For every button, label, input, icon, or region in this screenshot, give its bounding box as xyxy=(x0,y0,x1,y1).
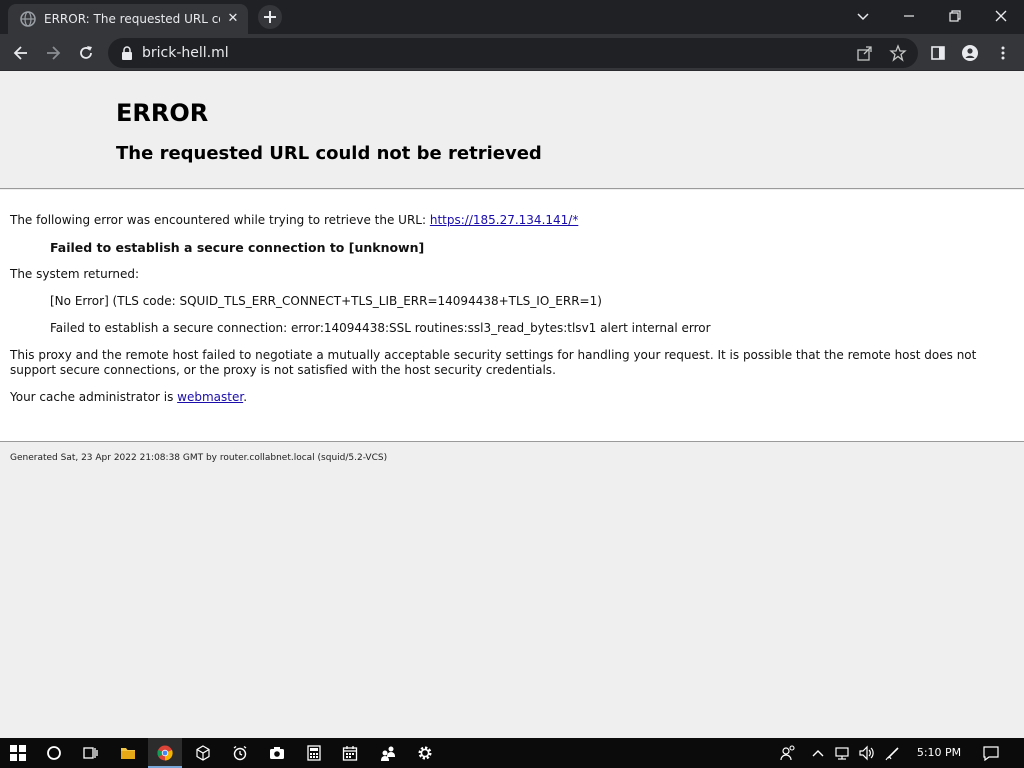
volume-icon[interactable] xyxy=(855,741,879,765)
share-icon[interactable] xyxy=(856,44,874,62)
chevron-up-icon[interactable] xyxy=(806,741,830,765)
arrow-right-icon xyxy=(47,46,61,60)
pen-icon[interactable] xyxy=(881,741,905,765)
globe-icon xyxy=(20,11,36,27)
profile-icon xyxy=(962,45,978,61)
restore-button[interactable] xyxy=(932,0,978,32)
restore-icon xyxy=(949,10,961,22)
settings-icon[interactable] xyxy=(413,741,437,765)
tab-close-icon[interactable]: ✕ xyxy=(224,10,242,28)
file-explorer-icon[interactable] xyxy=(116,741,140,765)
windows-taskbar: 5:10 PM xyxy=(0,738,1024,768)
tab-search-button[interactable] xyxy=(840,0,886,32)
lock-icon[interactable] xyxy=(120,45,134,61)
admin-suffix: . xyxy=(243,390,248,404)
system-returned-label: The system returned: xyxy=(10,267,140,281)
people-tray-icon[interactable] xyxy=(776,741,800,765)
windows-start-icon[interactable] xyxy=(6,741,30,765)
calculator-icon[interactable] xyxy=(302,741,326,765)
generated-footer: Generated Sat, 23 Apr 2022 21:08:38 GMT … xyxy=(10,453,388,463)
requested-url-link[interactable]: https://185.27.134.141/* xyxy=(430,213,578,227)
close-window-button[interactable] xyxy=(978,0,1024,32)
menu-button[interactable] xyxy=(990,40,1016,66)
browser-titlebar: ERROR: The requested URL could not be re… xyxy=(0,0,1024,34)
close-icon xyxy=(995,10,1007,22)
tab-title: ERROR: The requested URL could not be re… xyxy=(44,12,220,26)
page-subtitle: The requested URL could not be retrieved xyxy=(116,143,542,164)
people-icon[interactable] xyxy=(376,741,400,765)
explanation-text: This proxy and the remote host failed to… xyxy=(10,348,977,377)
notification-icon[interactable] xyxy=(979,741,1003,765)
bookmark-star-icon[interactable] xyxy=(889,44,907,62)
calendar-icon[interactable] xyxy=(338,741,362,765)
forward-button[interactable] xyxy=(40,40,66,66)
intro-text: The following error was encountered whil… xyxy=(10,213,430,227)
arrow-left-icon xyxy=(13,46,27,60)
task-view-icon[interactable] xyxy=(78,741,102,765)
page-title: ERROR xyxy=(116,99,209,127)
error-banner: ERROR The requested URL could not be ret… xyxy=(0,71,1024,189)
intro-line: The following error was encountered whil… xyxy=(10,213,578,228)
more-vert-icon xyxy=(1001,46,1005,60)
new-tab-button[interactable] xyxy=(258,5,282,29)
webmaster-link[interactable]: webmaster xyxy=(177,390,243,404)
3d-viewer-icon[interactable] xyxy=(191,741,215,765)
plus-icon xyxy=(264,11,276,23)
cortana-icon[interactable] xyxy=(42,741,66,765)
reload-button[interactable] xyxy=(73,40,99,66)
minimize-button[interactable] xyxy=(886,0,932,32)
side-panel-button[interactable] xyxy=(925,40,951,66)
address-bar[interactable]: brick-hell.ml xyxy=(108,38,918,68)
chrome-icon[interactable] xyxy=(148,738,182,768)
profile-button[interactable] xyxy=(957,40,983,66)
admin-line: Your cache administrator is webmaster. xyxy=(10,390,247,405)
alarms-icon[interactable] xyxy=(228,741,252,765)
error-code: [No Error] (TLS code: SQUID_TLS_ERR_CONN… xyxy=(50,294,602,308)
reload-icon xyxy=(80,46,92,59)
side-panel-icon xyxy=(931,46,945,60)
url-text[interactable]: brick-hell.ml xyxy=(142,45,229,61)
network-icon[interactable] xyxy=(831,741,855,765)
minimize-icon xyxy=(904,15,914,17)
back-button[interactable] xyxy=(8,40,34,66)
camera-icon[interactable] xyxy=(265,741,289,765)
browser-tab[interactable]: ERROR: The requested URL could not be re… xyxy=(8,4,248,34)
chevron-down-icon xyxy=(857,13,869,21)
error-detail: Failed to establish a secure connection:… xyxy=(50,321,711,335)
error-content: The following error was encountered whil… xyxy=(0,190,1024,442)
taskbar-clock[interactable]: 5:10 PM xyxy=(913,746,965,760)
page-viewport: ERROR The requested URL could not be ret… xyxy=(0,71,1024,738)
browser-toolbar: brick-hell.ml xyxy=(0,34,1024,71)
admin-text: Your cache administrator is xyxy=(10,390,178,404)
error-title: Failed to establish a secure connection … xyxy=(50,240,425,255)
